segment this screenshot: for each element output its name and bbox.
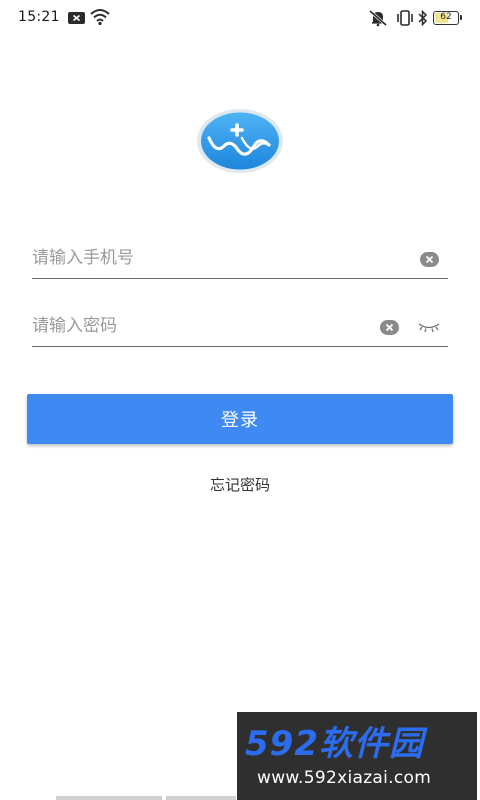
eye-closed-icon[interactable] (418, 318, 440, 336)
phone-input[interactable] (32, 240, 392, 276)
clear-icon (385, 323, 394, 332)
password-field (32, 308, 448, 347)
battery-icon: 62 (433, 11, 462, 25)
phone-field (32, 240, 448, 279)
watermark-url: www.592xiazai.com (257, 768, 432, 788)
clear-phone-button[interactable] (420, 252, 439, 267)
mute-icon (369, 9, 387, 27)
wifi-icon (90, 9, 110, 26)
notification-icon (68, 12, 85, 24)
status-time: 15:21 (18, 9, 60, 25)
password-input[interactable] (32, 308, 392, 344)
watermark-overlay: 592软件园 www.592xiazai.com (237, 712, 477, 800)
watermark-title: 592软件园 (245, 724, 424, 764)
nav-hint-bar (166, 796, 236, 800)
forgot-password-link[interactable]: 忘记密码 (0, 474, 480, 495)
clear-icon (425, 255, 434, 264)
vibrate-icon (397, 10, 413, 26)
nav-hint-bar (56, 796, 162, 800)
bluetooth-icon (418, 9, 428, 27)
login-button[interactable]: 登录 (27, 394, 453, 444)
status-bar: 15:21 62 (0, 0, 480, 36)
battery-level-text: 62 (440, 12, 452, 22)
battery-cap (460, 15, 462, 20)
app-logo-icon (197, 109, 283, 173)
clear-password-button[interactable] (380, 320, 399, 335)
